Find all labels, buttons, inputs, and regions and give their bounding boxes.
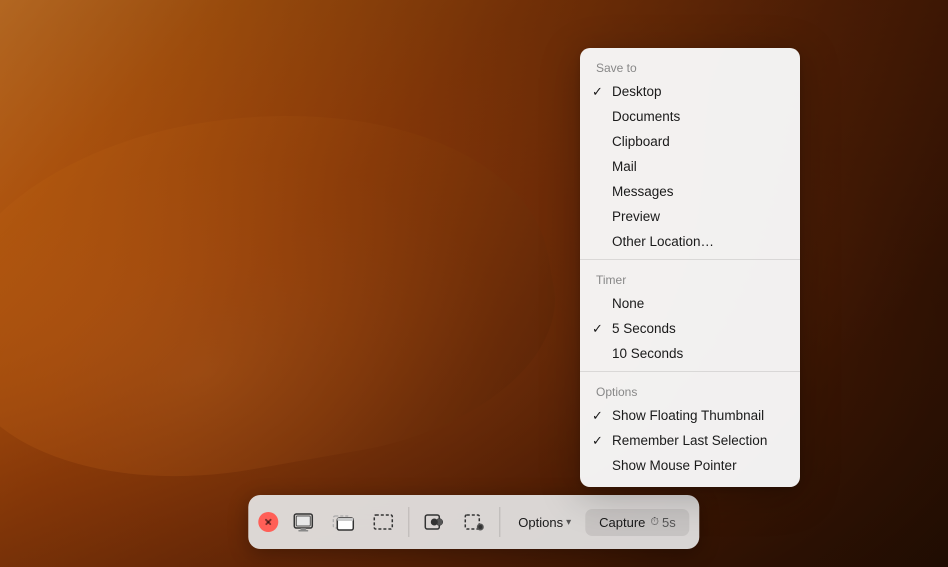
menu-item-desktop[interactable]: Desktop [580,79,800,104]
desktop-background [0,0,948,567]
capture-label: Capture [599,515,645,530]
options-label: Options [518,515,563,530]
timer-label: Timer [580,265,800,291]
menu-item-none[interactable]: None [580,291,800,316]
toolbar-divider-2 [499,507,500,537]
record-selection-button[interactable] [455,503,493,541]
record-screen-icon [423,511,445,533]
menu-item-show-mouse-pointer[interactable]: Show Mouse Pointer [580,453,800,478]
capture-selection-button[interactable] [364,503,402,541]
save-to-label: Save to [580,53,800,79]
options-chevron-icon: ▾ [566,517,571,528]
capture-selection-icon [372,511,394,533]
toolbar-divider [408,507,409,537]
timer-value: 5s [662,515,676,530]
options-button[interactable]: Options ▾ [506,509,583,536]
menu-item-documents[interactable]: Documents [580,104,800,129]
capture-window-button[interactable] [324,503,362,541]
capture-button[interactable]: Capture ⏱ 5s [585,509,690,536]
separator-2 [580,371,800,372]
menu-item-5-seconds[interactable]: 5 Seconds [580,316,800,341]
options-section-label: Options [580,377,800,403]
close-button[interactable] [258,512,278,532]
menu-item-clipboard[interactable]: Clipboard [580,129,800,154]
separator-1 [580,259,800,260]
menu-item-other-location[interactable]: Other Location… [580,229,800,254]
record-selection-icon [463,511,485,533]
capture-fullscreen-icon [292,511,314,533]
menu-item-messages[interactable]: Messages [580,179,800,204]
menu-item-show-floating-thumbnail[interactable]: Show Floating Thumbnail [580,403,800,428]
menu-item-10-seconds[interactable]: 10 Seconds [580,341,800,366]
menu-item-mail[interactable]: Mail [580,154,800,179]
menu-item-preview[interactable]: Preview [580,204,800,229]
timer-clock-icon: ⏱ [650,516,659,529]
options-dropdown: Save to Desktop Documents Clipboard Mail… [580,48,800,487]
screenshot-toolbar: Options ▾ Capture ⏱ 5s [248,495,699,549]
record-screen-button[interactable] [415,503,453,541]
capture-timer: ⏱ 5s [650,515,675,530]
capture-fullscreen-button[interactable] [284,503,322,541]
menu-item-remember-last-selection[interactable]: Remember Last Selection [580,428,800,453]
capture-window-icon [332,511,354,533]
